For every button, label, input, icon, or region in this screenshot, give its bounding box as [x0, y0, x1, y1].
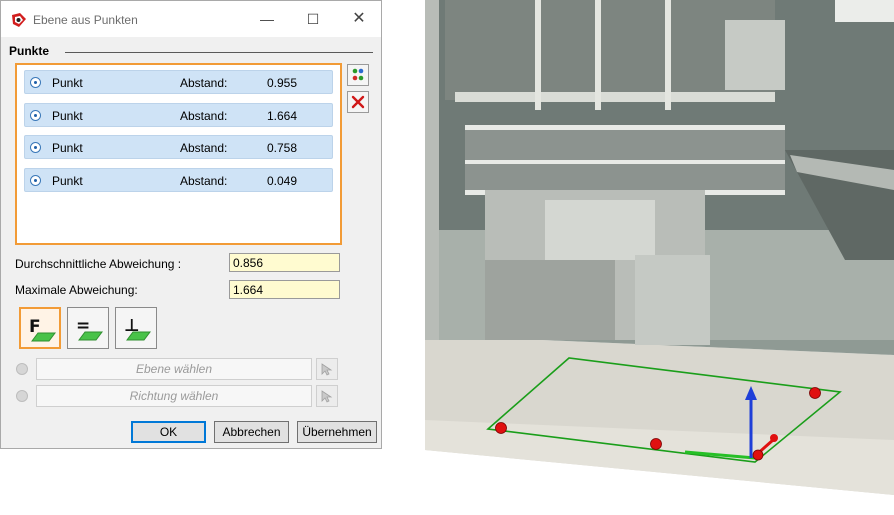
- pick-plane-button[interactable]: [316, 358, 338, 380]
- select-plane-button[interactable]: Ebene wählen: [36, 358, 312, 380]
- point-radio-icon[interactable]: [30, 142, 41, 153]
- perpendicular-plane-icon: ⊥: [124, 316, 151, 341]
- delete-point-button[interactable]: [347, 91, 369, 113]
- point-label: Punkt: [52, 76, 83, 90]
- distance-label: Abstand:: [180, 76, 228, 90]
- cancel-button[interactable]: Abbrechen: [214, 421, 289, 443]
- window-title: Ebene aus Punkten: [33, 13, 138, 27]
- perpendicular-plane-button[interactable]: ⊥: [115, 307, 157, 349]
- point-cloud-scene: [425, 0, 894, 495]
- title-bar[interactable]: Ebene aus Punkten — ☐ ✕: [1, 1, 381, 37]
- select-direction-button[interactable]: Richtung wählen: [36, 385, 312, 407]
- delete-cross-icon: [351, 95, 365, 109]
- 3d-viewport[interactable]: [425, 0, 894, 512]
- pick-cursor-icon: [321, 390, 333, 403]
- point-label: Punkt: [52, 141, 83, 155]
- distance-value: 1.664: [267, 109, 298, 123]
- distance-label: Abstand:: [180, 109, 228, 123]
- mode-glyph: ⊥: [124, 316, 140, 336]
- point-label: Punkt: [52, 174, 83, 188]
- free-plane-icon: F: [29, 317, 56, 342]
- add-points-button[interactable]: [347, 64, 369, 86]
- point-row[interactable]: Punkt Abstand: 0.758: [24, 135, 333, 159]
- app-logo-icon: [11, 12, 27, 28]
- pick-cursor-icon: [321, 363, 333, 376]
- average-deviation-field[interactable]: 0.856: [229, 253, 340, 272]
- distance-label: Abstand:: [180, 174, 228, 188]
- point-row[interactable]: Punkt Abstand: 0.049: [24, 168, 333, 192]
- plane-from-points-dialog: Ebene aus Punkten — ☐ ✕ Punkte Punkt Abs…: [0, 0, 382, 449]
- mode-glyph: =: [76, 316, 90, 336]
- parallel-plane-button[interactable]: =: [67, 307, 109, 349]
- distance-value: 0.758: [267, 141, 298, 155]
- points-group-title: Punkte: [9, 44, 50, 58]
- mode-glyph: F: [29, 317, 41, 337]
- point-radio-icon[interactable]: [30, 175, 41, 186]
- point-label: Punkt: [52, 109, 83, 123]
- free-plane-button[interactable]: F: [19, 307, 61, 349]
- point-radio-icon[interactable]: [30, 77, 41, 88]
- maximize-button[interactable]: ☐: [299, 7, 327, 31]
- apply-button[interactable]: Übernehmen: [297, 421, 377, 443]
- pick-direction-button[interactable]: [316, 385, 338, 407]
- group-divider: [65, 52, 373, 53]
- max-deviation-field[interactable]: 1.664: [229, 280, 340, 299]
- distance-value: 0.955: [267, 76, 298, 90]
- average-deviation-label: Durchschnittliche Abweichung :: [15, 257, 182, 271]
- parallel-plane-icon: =: [76, 316, 103, 341]
- minimize-button[interactable]: —: [253, 7, 281, 31]
- distance-label: Abstand:: [180, 141, 228, 155]
- point-radio-icon[interactable]: [30, 110, 41, 121]
- close-button[interactable]: ✕: [345, 7, 373, 31]
- point-row[interactable]: Punkt Abstand: 1.664: [24, 103, 333, 127]
- add-points-icon: [352, 68, 364, 81]
- direction-select-radio[interactable]: [16, 390, 28, 402]
- distance-value: 0.049: [267, 174, 298, 188]
- max-deviation-label: Maximale Abweichung:: [15, 283, 138, 297]
- ok-button[interactable]: OK: [131, 421, 206, 443]
- plane-select-radio[interactable]: [16, 363, 28, 375]
- points-list[interactable]: Punkt Abstand: 0.955 Punkt Abstand: 1.66…: [15, 63, 342, 245]
- point-row[interactable]: Punkt Abstand: 0.955: [24, 70, 333, 94]
